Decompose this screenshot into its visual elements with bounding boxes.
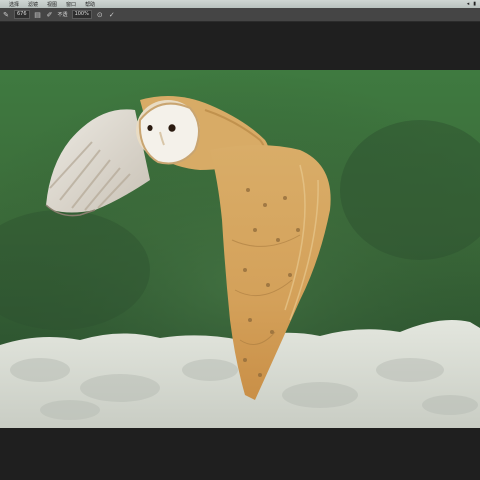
menu-bar: 选择 滤镜 视图 窗口 帮助 ◂ ▮ [0, 0, 480, 8]
menu-item-window[interactable]: 窗口 [66, 1, 76, 8]
document-canvas[interactable] [0, 70, 480, 428]
brush-panel-icon[interactable]: ▤ [34, 11, 42, 19]
flow-field[interactable]: 100% [71, 10, 92, 19]
airbrush-icon[interactable]: ⊙ [96, 11, 104, 19]
workspace-top [0, 22, 480, 70]
volume-icon[interactable]: ◂ [467, 1, 470, 7]
menu-item-select[interactable]: 选择 [9, 1, 19, 8]
brush-size-field[interactable]: 676 [14, 10, 30, 19]
battery-icon: ▮ [473, 1, 476, 7]
options-bar: ✎ 676 ▤ ✐ 不透 100% ⊙ ✓ [0, 8, 480, 22]
painting [0, 70, 480, 428]
brush-preset-icon[interactable]: ✎ [2, 11, 10, 19]
pen-pressure-icon[interactable]: ✐ [46, 11, 54, 19]
smoothing-icon[interactable]: ✓ [108, 11, 116, 19]
menubar-status-area: ◂ ▮ [467, 0, 476, 8]
menu-item-filter[interactable]: 滤镜 [28, 1, 38, 8]
workspace-bottom [0, 428, 480, 480]
menu-item-help[interactable]: 帮助 [85, 1, 95, 8]
menu-item-view[interactable]: 视图 [47, 1, 57, 8]
opacity-label: 不透 [57, 12, 68, 18]
